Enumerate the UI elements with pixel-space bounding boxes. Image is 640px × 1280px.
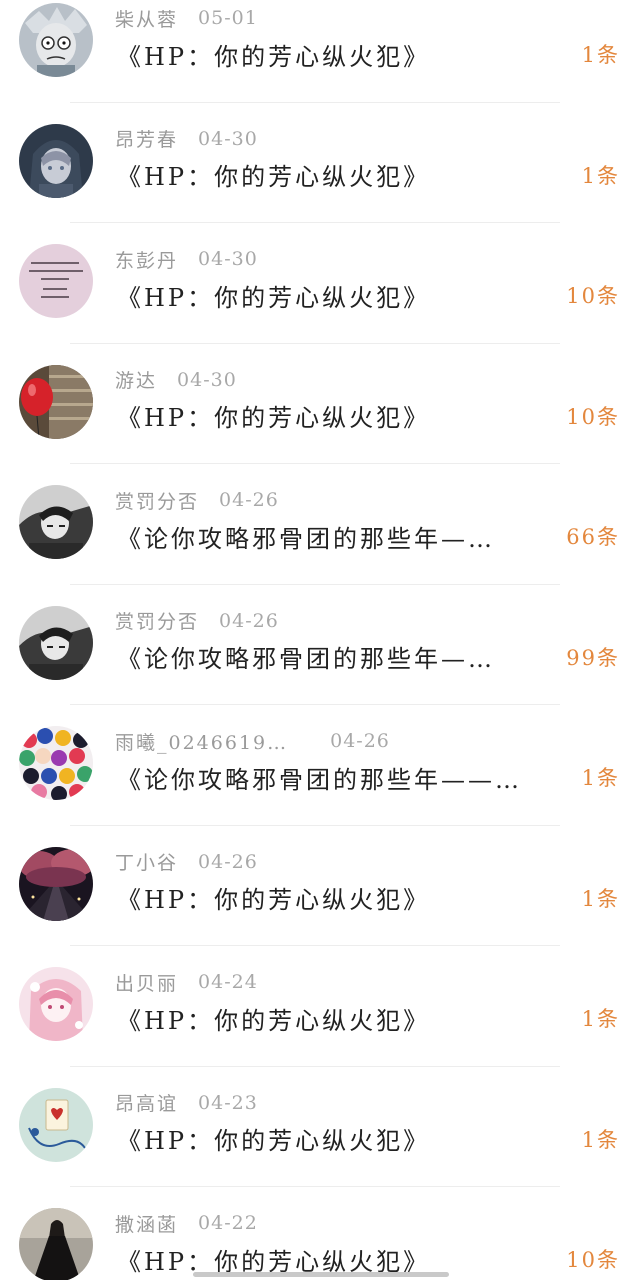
comment-list: 柴从蓉 05-01 《HP：你的芳心纵火犯》 1条 昂芳春 04-30 《HP：… [0, 0, 640, 1280]
avatar[interactable] [19, 1208, 93, 1280]
comment-meta: 出贝丽 04-24 [115, 969, 258, 995]
work-title[interactable]: 《HP：你的芳心纵火犯》 [117, 157, 430, 193]
comment-date: 04-26 [198, 850, 258, 873]
sketch-character-avatar-image [19, 605, 93, 680]
comment-count[interactable]: 1条 [582, 882, 620, 914]
work-title[interactable]: 《HP：你的芳心纵火犯》 [117, 880, 430, 916]
hooded-anime-avatar-image [19, 123, 93, 198]
comment-date: 05-01 [198, 7, 258, 29]
comment-date: 04-22 [198, 1212, 258, 1234]
comment-date: 04-24 [198, 971, 258, 993]
home-indicator[interactable] [193, 1272, 449, 1277]
avatar[interactable] [19, 967, 93, 1041]
comment-count[interactable]: 1条 [582, 1123, 620, 1155]
comment-count[interactable]: 10条 [566, 400, 620, 432]
avatar[interactable] [19, 605, 93, 680]
comment-date: 04-26 [219, 489, 279, 511]
comment-meta: 游达 04-30 [115, 367, 237, 393]
comment-date: 04-30 [198, 248, 258, 270]
comment-count[interactable]: 1条 [582, 38, 620, 70]
comment-meta: 昂高谊 04-23 [115, 1090, 258, 1116]
username[interactable]: 出贝丽 [115, 969, 178, 996]
comment-meta: 柴从蓉 05-01 [115, 5, 258, 31]
night-blossom-avatar-image [19, 846, 93, 921]
comment-date: 04-23 [198, 1091, 258, 1114]
comment-count[interactable]: 99条 [566, 641, 620, 673]
comment-count[interactable]: 1条 [582, 1002, 620, 1034]
comment-date: 04-26 [219, 609, 279, 632]
username[interactable]: 柴从蓉 [115, 5, 178, 32]
red-balloon-avatar-image [19, 364, 93, 439]
list-item[interactable]: 游达 04-30 《HP：你的芳心纵火犯》 10条 [0, 344, 640, 464]
avatar[interactable] [19, 1087, 93, 1162]
username[interactable]: 丁小谷 [115, 848, 178, 875]
list-item[interactable]: 撒涵菡 04-22 《HP：你的芳心纵火犯》 10条 [0, 1187, 640, 1280]
comment-date: 04-30 [198, 127, 258, 150]
work-title[interactable]: 《论你攻略邪骨团的那些年—… [117, 639, 495, 675]
pink-anime-girl-avatar-image [19, 967, 93, 1041]
list-item[interactable]: 柴从蓉 05-01 《HP：你的芳心纵火犯》 1条 [0, 0, 640, 103]
comment-meta: 昂芳春 04-30 [115, 126, 258, 152]
avatar[interactable] [19, 846, 93, 921]
work-title[interactable]: 《HP：你的芳心纵火犯》 [117, 398, 430, 434]
username[interactable]: 东彭丹 [115, 246, 178, 273]
work-title[interactable]: 《HP：你的芳心纵火犯》 [117, 277, 430, 313]
cartoon-scientist-avatar-image [19, 3, 93, 77]
comment-meta: 赏罚分否 04-26 [115, 608, 279, 634]
comment-meta: 东彭丹 04-30 [115, 246, 258, 272]
comment-meta: 雨曦_0246619… 04-26 [115, 728, 390, 754]
work-title[interactable]: 《论你攻略邪骨团的那些年——… [117, 759, 522, 795]
list-item[interactable]: 出贝丽 04-24 《HP：你的芳心纵火犯》 1条 [0, 946, 640, 1067]
comment-date: 04-26 [330, 730, 390, 752]
avatar[interactable] [19, 485, 93, 559]
comment-count[interactable]: 1条 [582, 761, 620, 793]
work-title[interactable]: 《HP：你的芳心纵火犯》 [117, 1121, 430, 1157]
username[interactable]: 撒涵菡 [115, 1210, 178, 1237]
list-item[interactable]: 东彭丹 04-30 《HP：你的芳心纵火犯》 10条 [0, 223, 640, 344]
comment-count[interactable]: 10条 [566, 1243, 620, 1275]
work-title[interactable]: 《HP：你的芳心纵火犯》 [117, 36, 430, 72]
colorful-crowd-avatar-image [19, 726, 93, 800]
list-item[interactable]: 赏罚分否 04-26 《论你攻略邪骨团的那些年—… 99条 [0, 585, 640, 705]
playing-card-avatar-image [19, 1087, 93, 1162]
comment-meta: 撒涵菡 04-22 [115, 1210, 258, 1236]
list-item[interactable]: 昂芳春 04-30 《HP：你的芳心纵火犯》 1条 [0, 103, 640, 223]
username[interactable]: 赏罚分否 [115, 487, 199, 514]
avatar[interactable] [19, 123, 93, 198]
work-title[interactable]: 《论你攻略邪骨团的那些年—… [117, 518, 495, 554]
username[interactable]: 昂芳春 [115, 125, 178, 152]
list-item[interactable]: 雨曦_0246619… 04-26 《论你攻略邪骨团的那些年——… 1条 [0, 705, 640, 826]
username[interactable]: 昂高谊 [115, 1089, 178, 1116]
list-item[interactable]: 赏罚分否 04-26 《论你攻略邪骨团的那些年—… 66条 [0, 464, 640, 585]
avatar[interactable] [19, 364, 93, 439]
comment-meta: 赏罚分否 04-26 [115, 487, 279, 513]
sketch-character-avatar-image [19, 485, 93, 559]
comment-count[interactable]: 10条 [566, 279, 620, 311]
list-item[interactable]: 丁小谷 04-26 《HP：你的芳心纵火犯》 1条 [0, 826, 640, 946]
avatar[interactable] [19, 244, 93, 318]
avatar[interactable] [19, 3, 93, 77]
avatar[interactable] [19, 726, 93, 800]
pink-text-avatar-image [19, 244, 93, 318]
username[interactable]: 游达 [115, 366, 157, 393]
comment-date: 04-30 [177, 368, 237, 391]
comment-meta: 丁小谷 04-26 [115, 849, 258, 875]
list-item[interactable]: 昂高谊 04-23 《HP：你的芳心纵火犯》 1条 [0, 1067, 640, 1187]
username[interactable]: 赏罚分否 [115, 607, 199, 634]
username[interactable]: 雨曦_0246619… [115, 728, 288, 755]
dark-dress-avatar-image [19, 1208, 93, 1280]
comment-count[interactable]: 66条 [566, 520, 620, 552]
comment-count[interactable]: 1条 [582, 159, 620, 191]
work-title[interactable]: 《HP：你的芳心纵火犯》 [117, 1000, 430, 1036]
